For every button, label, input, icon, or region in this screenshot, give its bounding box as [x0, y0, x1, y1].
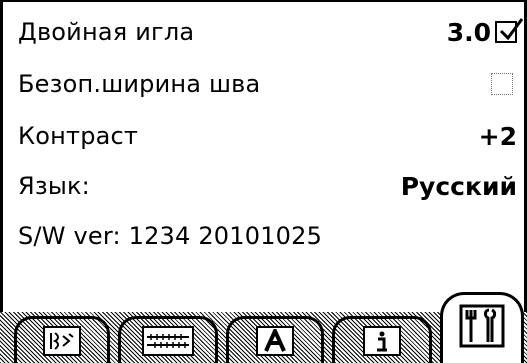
info-icon: [363, 326, 401, 356]
setting-label-language: Язык:: [18, 172, 90, 200]
sewing-machine-settings-screen: Двойная игла 3.0 Безоп.ширина шва Контра…: [0, 0, 527, 363]
twin-needle-width: 3.0: [446, 17, 491, 47]
setting-value-contrast: +2: [478, 121, 517, 151]
stitch-width-safety-checkbox[interactable]: [491, 73, 513, 95]
settings-tab-bar: [0, 292, 527, 363]
setting-row-stitch-width-safety[interactable]: Безоп.ширина шва: [18, 62, 517, 106]
software-version-text: S/W ver: 1234 20101025: [18, 222, 323, 250]
font-settings-icon: [256, 326, 294, 356]
setting-value-twin-needle: 3.0: [446, 17, 524, 47]
tab-stitch-settings[interactable]: [14, 316, 110, 363]
tab-info[interactable]: [332, 316, 432, 363]
twin-needle-checkbox[interactable]: [495, 18, 524, 43]
setting-row-twin-needle[interactable]: Двойная игла 3.0: [18, 10, 524, 54]
checkmark-icon: [499, 18, 524, 41]
setting-row-language[interactable]: Язык: Русский: [18, 164, 517, 208]
ruler-settings-icon: [142, 326, 194, 356]
setting-value-language: Русский: [400, 171, 517, 201]
tab-font-settings[interactable]: [226, 316, 324, 363]
setting-row-software-version: S/W ver: 1234 20101025: [18, 214, 517, 258]
tools-icon: [457, 302, 507, 350]
setting-label-twin-needle: Двойная игла: [18, 18, 195, 46]
setting-label-contrast: Контраст: [18, 122, 139, 150]
setting-row-contrast[interactable]: Контраст +2: [18, 114, 517, 158]
setting-value-stitch-width-safety: [491, 73, 517, 95]
setting-label-stitch-width-safety: Безоп.ширина шва: [18, 70, 261, 98]
stitch-settings-icon: [43, 326, 81, 356]
tab-ruler-settings[interactable]: [118, 316, 218, 363]
tab-tools[interactable]: [440, 292, 524, 363]
